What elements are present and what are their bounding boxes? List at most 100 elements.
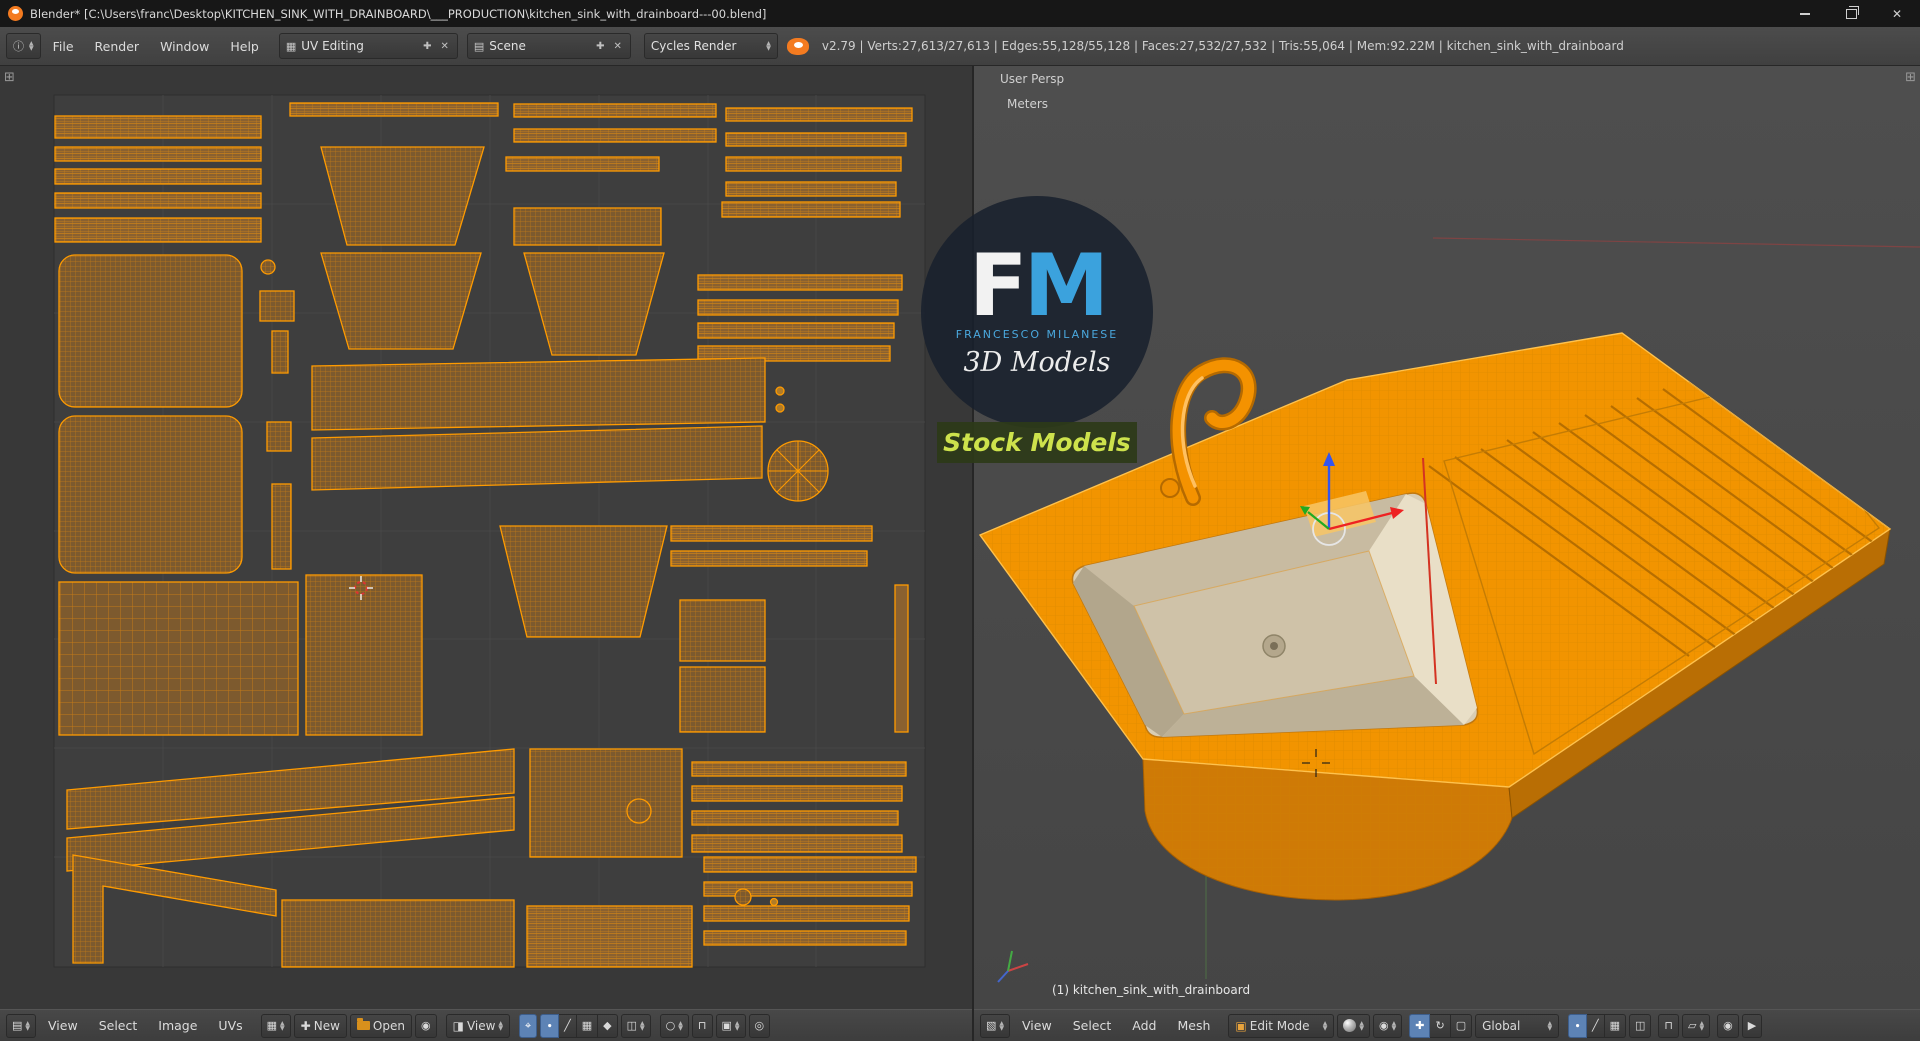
snap-target-icon: ▣: [721, 1019, 732, 1032]
info-editor-icon: ⓘ: [13, 40, 24, 53]
restore-button[interactable]: [1828, 0, 1874, 27]
uv-snap-toggle[interactable]: ⊓: [691, 1013, 713, 1038]
layout-add-icon[interactable]: ✚: [421, 41, 433, 52]
uv-island: [703, 905, 910, 922]
uv-island: [54, 192, 262, 209]
opengl-render-anim-button[interactable]: ▶: [1741, 1013, 1763, 1038]
uv-island: [320, 146, 485, 246]
chevron-updown-icon: ▲ ▼: [1359, 1019, 1365, 1032]
uv-island: [775, 403, 785, 413]
uv-sticky-selection-button[interactable]: ◫ ▲ ▼: [620, 1013, 651, 1038]
uv-island: [679, 599, 766, 662]
uv-snap-target-button[interactable]: ▣ ▲ ▼: [715, 1013, 746, 1038]
uv-menu-select[interactable]: Select: [90, 1014, 147, 1037]
image-pin-button[interactable]: ◉: [414, 1013, 437, 1038]
render-engine-selector[interactable]: Cycles Render ▲ ▼: [643, 33, 778, 59]
screen-layout-selector[interactable]: ▦ UV Editing ✚ ✕: [278, 33, 458, 59]
manipulator-translate-button[interactable]: ✚: [1409, 1013, 1431, 1038]
sticky-selection-icon: ◫: [626, 1019, 638, 1032]
uv-island: [691, 785, 903, 802]
chevron-updown-icon: ▲ ▼: [498, 1019, 504, 1032]
mode-selector[interactable]: ▣ Edit Mode ▲ ▼: [1228, 1013, 1335, 1038]
render-still-icon: ◉: [1723, 1019, 1733, 1032]
mini-axis-widget: [997, 950, 1029, 983]
v3d-menu-mesh[interactable]: Mesh: [1168, 1014, 1219, 1037]
viewport-3d-canvas[interactable]: ⊞: [974, 66, 1920, 1009]
manipulator-scale-button[interactable]: ▢: [1450, 1013, 1473, 1038]
uv-pivot-button[interactable]: ◎: [748, 1013, 771, 1038]
uv-island: [58, 415, 243, 574]
orientation-selector[interactable]: Global ▲ ▼: [1475, 1013, 1560, 1038]
uv-island: [54, 217, 262, 243]
v3d-menu-view[interactable]: View: [1013, 1014, 1061, 1037]
uv-sync-selection-toggle[interactable]: ⌖: [519, 1013, 538, 1038]
uv-select-edge-button[interactable]: ╱: [559, 1013, 577, 1038]
viewport-3d: ⊞ User Persp Meters (1) kitchen_sink_wit…: [974, 66, 1920, 1041]
uv-select-face-button[interactable]: ▦: [576, 1013, 599, 1038]
window-title: Blender* [C:\Users\franc\Desktop\KITCHEN…: [30, 6, 767, 21]
viewport-3d-svg[interactable]: [974, 66, 1920, 1009]
uv-island: [271, 483, 292, 570]
v3d-menu-add[interactable]: Add: [1123, 1014, 1165, 1037]
menu-render[interactable]: Render: [86, 35, 149, 58]
image-new-button[interactable]: ✚ New: [293, 1013, 347, 1038]
display-channels-selector[interactable]: ◨ View ▲ ▼: [445, 1013, 511, 1038]
uv-island: [305, 574, 423, 736]
scene-add-icon[interactable]: ✚: [594, 41, 606, 52]
uv-island: [311, 357, 766, 431]
editor-type-info-button[interactable]: ⓘ ▲ ▼: [6, 33, 41, 59]
uv-menu-uvs[interactable]: UVs: [209, 1014, 251, 1037]
pivot-icon: ◎: [754, 1019, 765, 1032]
magnet-icon: ⊓: [1664, 1019, 1674, 1032]
magnet-icon: ⊓: [697, 1019, 707, 1032]
snap-toggle[interactable]: ⊓: [1658, 1013, 1680, 1038]
menu-window[interactable]: Window: [151, 35, 218, 58]
uv-select-vertex-button[interactable]: ∙: [540, 1013, 560, 1038]
minimize-button[interactable]: [1782, 0, 1828, 27]
chevron-updown-icon: ▲ ▼: [280, 1019, 285, 1032]
manipulator-rotate-button[interactable]: ↻: [1430, 1013, 1451, 1038]
limit-visible-toggle[interactable]: ◫: [1629, 1013, 1652, 1038]
select-vertex-button[interactable]: ∙: [1568, 1013, 1587, 1038]
uv-menu-view[interactable]: View: [39, 1014, 87, 1037]
uv-island: [513, 128, 717, 143]
v3d-menu-select[interactable]: Select: [1064, 1014, 1121, 1037]
proportional-edit-button[interactable]: ○ ▲ ▼: [659, 1013, 689, 1038]
viewport-editor-type-button[interactable]: ▧ ▲ ▼: [980, 1013, 1011, 1038]
uv-island: [529, 748, 683, 858]
close-button[interactable]: ✕: [1874, 0, 1920, 27]
uv-menu-image[interactable]: Image: [149, 1014, 206, 1037]
mode-label: Edit Mode: [1249, 1018, 1310, 1033]
image-open-button[interactable]: Open: [349, 1013, 412, 1038]
uv-island: [260, 259, 276, 275]
image-browse-button[interactable]: ▦ ▲ ▼: [260, 1013, 291, 1038]
uv-canvas[interactable]: ⊞: [0, 66, 972, 1009]
scene-selector[interactable]: ▤ Scene ✚ ✕: [466, 33, 631, 59]
uv-island: [697, 274, 903, 291]
uv-select-island-button[interactable]: ◆: [598, 1013, 618, 1038]
snap-element-selector[interactable]: ▱ ▲ ▼: [1682, 1013, 1711, 1038]
menu-help[interactable]: Help: [221, 35, 268, 58]
menu-file[interactable]: File: [44, 35, 83, 58]
scene-delete-icon[interactable]: ✕: [611, 41, 623, 52]
uv-island: [734, 888, 752, 906]
uv-island: [703, 856, 917, 873]
select-edge-button[interactable]: ╱: [1586, 1013, 1605, 1038]
open-button-label: Open: [372, 1018, 405, 1033]
layout-delete-icon[interactable]: ✕: [438, 41, 450, 52]
sink-model[interactable]: [978, 332, 1920, 901]
uv-editor-type-button[interactable]: ▤ ▲ ▼: [6, 1013, 37, 1038]
uv-island: [54, 146, 262, 162]
uv-island: [691, 810, 899, 826]
chevron-updown-icon: ▲ ▼: [1699, 1019, 1705, 1032]
pivot-point-selector[interactable]: ◉ ▲ ▼: [1373, 1013, 1403, 1038]
uv-island: [679, 666, 766, 733]
uv-island: [725, 156, 902, 172]
opengl-render-still-button[interactable]: ◉: [1717, 1013, 1739, 1038]
select-face-button[interactable]: ▦: [1604, 1013, 1627, 1038]
vertex-mode-icon: ∙: [546, 1019, 554, 1032]
uv-island: [725, 181, 897, 197]
viewport-shading-selector[interactable]: ▲ ▼: [1337, 1013, 1371, 1038]
uv-canvas-svg[interactable]: [0, 66, 972, 1009]
uv-island: [526, 905, 693, 968]
